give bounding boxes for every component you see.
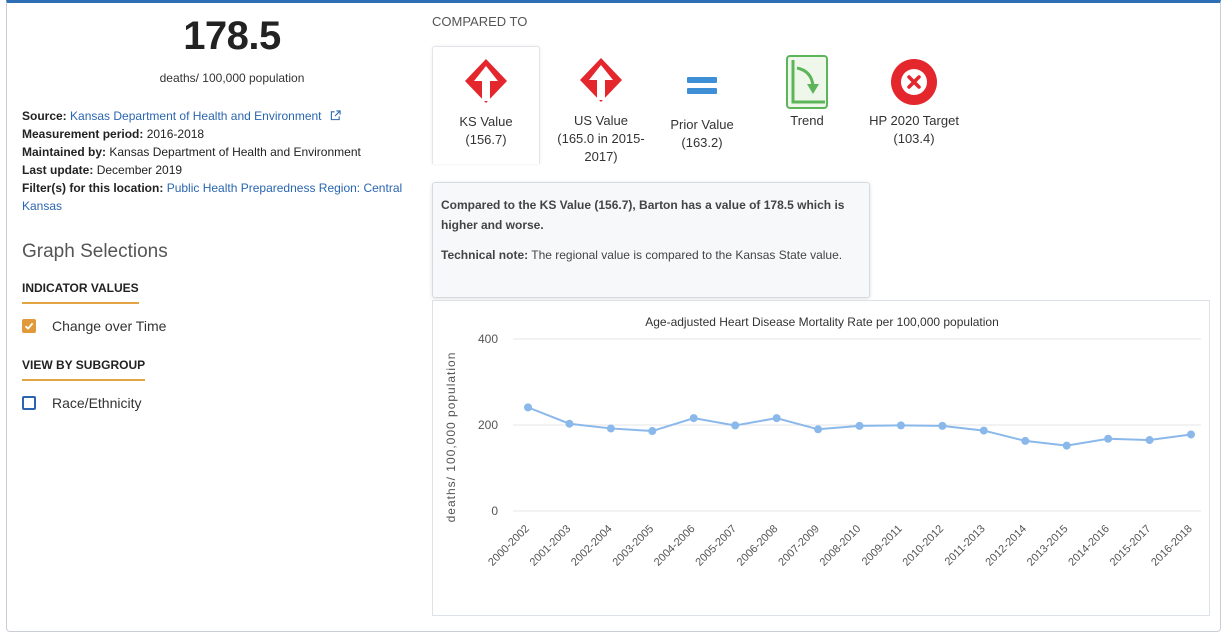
x-tick-label: 2004-2006 <box>652 523 698 569</box>
left-column: 178.5 deaths/ 100,000 population Source:… <box>22 14 422 411</box>
technical-note-label: Technical note: <box>441 248 529 262</box>
equals-icon <box>687 77 717 94</box>
y-tick-label: 0 <box>491 504 498 518</box>
compare-prior-value[interactable]: Prior Value (163.2) <box>660 46 744 152</box>
y-tick-label: 200 <box>478 418 498 432</box>
data-point <box>772 414 781 423</box>
trend-chart-svg: Age-adjusted Heart Disease Mortality Rat… <box>444 315 1201 569</box>
change-over-time-option[interactable]: Change over Time <box>22 318 422 334</box>
tooltip-line-1: Compared to the KS Value (156.7), Barton… <box>441 198 845 212</box>
change-over-time-label: Change over Time <box>52 318 167 334</box>
external-link-icon[interactable] <box>330 110 341 121</box>
x-tick-label: 2003-2005 <box>611 523 657 569</box>
checkbox-unchecked-icon[interactable] <box>22 396 36 410</box>
data-point <box>855 421 864 430</box>
view-by-subgroup-heading: VIEW BY SUBGROUP <box>22 358 146 381</box>
x-tick-label: 2010-2012 <box>901 523 947 569</box>
compare-hp2020-target[interactable]: HP 2020 Target (103.4) <box>862 46 966 148</box>
indicator-value: 178.5 <box>183 14 281 58</box>
x-tick-label: 2007-2009 <box>776 523 822 569</box>
update-value: December 2019 <box>96 163 183 177</box>
source-label: Source: <box>22 109 67 123</box>
x-tick-label: 2001-2003 <box>528 523 574 569</box>
x-tick-label: 2000-2002 <box>486 523 532 569</box>
red-diamond-up-arrow-icon <box>465 59 507 103</box>
x-tick-label: 2014-2016 <box>1066 523 1112 569</box>
update-label: Last update: <box>22 163 94 177</box>
maintained-value: Kansas Department of Health and Environm… <box>109 145 361 159</box>
x-tick-label: 2015-2017 <box>1108 523 1154 569</box>
data-point <box>689 414 698 423</box>
compare-us-years: 2017) <box>584 149 618 164</box>
y-tick-label: 400 <box>478 332 498 346</box>
graph-selections-title: Graph Selections <box>22 241 168 262</box>
compare-trend-label: Trend <box>790 113 824 128</box>
indicator-values-heading: INDICATOR VALUES <box>22 281 139 304</box>
period-label: Measurement period: <box>22 127 144 141</box>
indicator-metadata: Source: Kansas Department of Health and … <box>22 107 422 215</box>
data-point <box>1104 434 1113 443</box>
data-point <box>938 421 947 430</box>
x-tick-label: 2016-2018 <box>1149 523 1195 569</box>
compare-us-number: (165.0 in 2015- <box>557 131 645 146</box>
x-tick-label: 2002-2004 <box>569 523 615 569</box>
x-tick-label: 2011-2013 <box>943 523 988 568</box>
race-ethnicity-option[interactable]: Race/Ethnicity <box>22 395 422 411</box>
compare-ks-number: (156.7) <box>465 132 507 147</box>
data-point <box>814 425 823 434</box>
compare-hp-number: (103.4) <box>893 131 935 146</box>
data-point <box>896 421 905 430</box>
red-circle-x-icon <box>891 59 937 105</box>
x-tick-label: 2005-2007 <box>693 523 739 569</box>
x-tick-label: 2006-2008 <box>735 523 781 569</box>
x-tick-label: 2008-2010 <box>818 523 864 569</box>
chart-title: Age-adjusted Heart Disease Mortality Rat… <box>645 315 999 329</box>
technical-note-value: The regional value is compared to the Ka… <box>531 248 843 262</box>
compare-trend[interactable]: Trend <box>770 46 844 130</box>
data-point <box>524 403 532 412</box>
data-point <box>565 419 574 428</box>
trend-down-arrow-icon <box>786 55 828 109</box>
compare-ks-label: KS Value <box>459 114 513 129</box>
data-point <box>1021 436 1030 445</box>
data-point <box>1062 441 1071 450</box>
period-value: 2016-2018 <box>146 127 205 141</box>
tooltip-line-2: higher and worse. <box>441 218 544 232</box>
race-ethnicity-label: Race/Ethnicity <box>52 395 142 411</box>
compare-hp-label: HP 2020 Target <box>869 113 959 128</box>
data-point <box>1187 430 1195 439</box>
indicator-unit: deaths/ 100,000 population <box>159 71 305 85</box>
data-point <box>731 421 740 430</box>
x-tick-label: 2012-2014 <box>983 523 1029 569</box>
comparison-tooltip: Compared to the KS Value (156.7), Barton… <box>432 182 870 298</box>
x-tick-label: 2009-2011 <box>860 523 905 568</box>
maintained-label: Maintained by: <box>22 145 107 159</box>
data-point <box>979 426 988 435</box>
filter-label: Filter(s) for this location: <box>22 181 164 195</box>
source-link[interactable]: Kansas Department of Health and Environm… <box>70 109 321 123</box>
trend-chart: Age-adjusted Heart Disease Mortality Rat… <box>432 300 1210 616</box>
data-point <box>648 427 657 436</box>
x-tick-label: 2013-2015 <box>1025 523 1071 569</box>
y-axis-label: deaths/ 100,000 population <box>444 352 458 523</box>
checkbox-checked-icon[interactable] <box>22 319 36 333</box>
compare-prior-number: (163.2) <box>681 135 723 150</box>
data-point <box>1145 436 1154 445</box>
compare-ks-value[interactable]: KS Value (156.7) <box>432 46 540 164</box>
red-diamond-up-arrow-icon <box>580 58 622 102</box>
data-point <box>606 424 615 433</box>
compared-to-label: COMPARED TO <box>432 14 528 29</box>
compare-prior-label: Prior Value <box>670 117 734 132</box>
compare-us-label: US Value <box>574 113 628 128</box>
compare-us-value[interactable]: US Value (165.0 in 2015- 2017) <box>545 46 657 166</box>
